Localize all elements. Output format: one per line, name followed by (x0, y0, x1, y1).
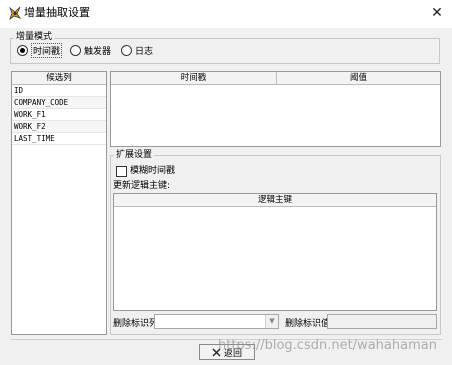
delete-flag-value-input[interactable] (327, 314, 437, 329)
column-header-threshold[interactable]: 阈值 (277, 72, 440, 84)
timestamp-table[interactable]: 时间戳 阈值 (110, 71, 441, 147)
delete-flag-column-label: 删除标识列 (113, 319, 159, 329)
radio-log-label: 日志 (135, 47, 154, 57)
timestamp-table-header: 时间戳 阈值 (111, 72, 440, 85)
delete-flag-column-select[interactable]: ▼ (154, 314, 279, 329)
radio-dot (121, 45, 132, 56)
mode-group-legend: 增量模式 (14, 32, 55, 43)
column-header-timestamp[interactable]: 时间戳 (111, 72, 277, 84)
list-item[interactable]: ID (12, 85, 106, 97)
list-item[interactable]: COMPANY_CODE (12, 97, 106, 109)
logic-key-table[interactable]: 逻辑主键 (113, 193, 437, 311)
list-item[interactable]: WORK_F2 (12, 121, 106, 133)
radio-dot (70, 45, 81, 56)
window-title: 增量抽取设置 (24, 6, 90, 19)
radio-log[interactable]: 日志 (121, 44, 153, 57)
candidate-list-header: 候选列 (12, 72, 106, 85)
app-icon (8, 6, 22, 21)
radio-trigger[interactable]: 触发器 (70, 44, 111, 57)
list-item[interactable]: LAST_TIME (12, 133, 106, 145)
fuzzy-timestamp-label: 模糊时间戳 (130, 166, 176, 176)
candidate-list[interactable]: 候选列 ID COMPANY_CODE WORK_F1 WORK_F2 LAST… (11, 71, 107, 335)
delete-flag-value-label: 删除标识值 (285, 319, 331, 329)
close-icon[interactable]: ✕ (428, 4, 446, 22)
logic-key-header[interactable]: 逻辑主键 (114, 194, 436, 207)
chevron-down-icon[interactable]: ▼ (265, 315, 278, 328)
radio-trigger-label: 触发器 (84, 47, 112, 57)
update-logic-key-label: 更新逻辑主键: (113, 181, 171, 191)
list-item[interactable]: WORK_F1 (12, 109, 106, 121)
fuzzy-timestamp-checkbox[interactable] (116, 166, 127, 177)
extended-settings-legend: 扩展设置 (114, 150, 155, 161)
radio-dot-checked (17, 45, 28, 56)
radio-timestamp-label: 时间戳 (31, 43, 63, 58)
watermark-text: https://blog.csdn.net/wahahaman (218, 338, 437, 353)
radio-timestamp[interactable]: 时间戳 (17, 43, 63, 58)
